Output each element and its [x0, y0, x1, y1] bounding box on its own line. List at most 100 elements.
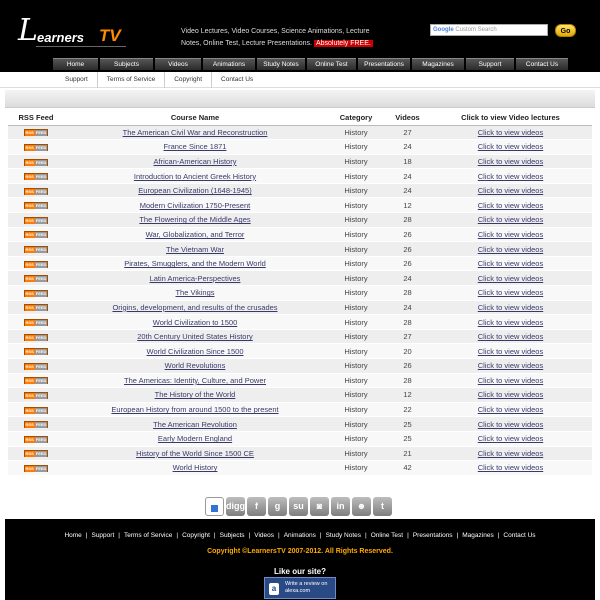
view-videos-link[interactable]: Click to view videos [478, 186, 543, 195]
view-videos-link[interactable]: Click to view videos [478, 332, 543, 341]
footer-link-contact-us[interactable]: Contact Us [503, 532, 535, 539]
course-name-link[interactable]: Latin America-Perspectives [150, 274, 241, 283]
view-videos-link[interactable]: Click to view videos [478, 128, 543, 137]
course-name-link[interactable]: The American Revolution [153, 420, 237, 429]
footer-link-presentations[interactable]: Presentations [413, 532, 453, 539]
footer-link-home[interactable]: Home [64, 532, 81, 539]
nav-online-test[interactable]: Online Test [307, 58, 356, 70]
rss-feed-icon[interactable]: RSS FEED [23, 304, 49, 312]
subnav-terms-of-service[interactable]: Terms of Service [98, 72, 166, 88]
rss-feed-icon[interactable]: RSS FEED [23, 333, 49, 341]
course-name-link[interactable]: The Vietnam War [166, 245, 224, 254]
footer-link-study-notes[interactable]: Study Notes [326, 532, 361, 539]
nav-study-notes[interactable]: Study Notes [257, 58, 305, 70]
subnav-copyright[interactable]: Copyright [165, 72, 213, 88]
view-videos-link[interactable]: Click to view videos [478, 288, 543, 297]
view-videos-link[interactable]: Click to view videos [478, 390, 543, 399]
course-name-link[interactable]: France Since 1871 [164, 142, 227, 151]
view-videos-link[interactable]: Click to view videos [478, 463, 543, 472]
rss-feed-icon[interactable]: RSS FEED [23, 421, 49, 429]
course-name-link[interactable]: World Civilization Since 1500 [147, 347, 244, 356]
rss-feed-icon[interactable]: RSS FEED [23, 348, 49, 356]
nav-home[interactable]: Home [53, 58, 98, 70]
course-name-link[interactable]: The American Civil War and Reconstructio… [123, 128, 268, 137]
search-input[interactable]: Google Custom Search [430, 24, 548, 36]
rss-feed-icon[interactable]: RSS FEED [23, 392, 49, 399]
chat-icon[interactable]: ◙ [310, 497, 329, 516]
footer-link-videos[interactable]: Videos [254, 532, 274, 539]
footer-link-support[interactable]: Support [91, 532, 114, 539]
view-videos-link[interactable]: Click to view videos [478, 361, 543, 370]
view-videos-link[interactable]: Click to view videos [478, 157, 543, 166]
view-videos-link[interactable]: Click to view videos [478, 230, 543, 239]
footer-link-subjects[interactable]: Subjects [220, 532, 245, 539]
course-name-link[interactable]: European History from around 1500 to the… [111, 405, 278, 414]
view-videos-link[interactable]: Click to view videos [478, 303, 543, 312]
alexa-review-badge[interactable]: a Write a review on alexa.com [264, 577, 336, 599]
course-name-link[interactable]: 20th Century United States History [137, 332, 252, 341]
nav-videos[interactable]: Videos [155, 58, 201, 70]
nav-contact-us[interactable]: Contact Us [516, 58, 568, 70]
course-name-link[interactable]: Early Modern England [158, 434, 232, 443]
course-name-link[interactable]: World History [173, 463, 218, 472]
course-name-link[interactable]: World Revolutions [165, 361, 226, 370]
subnav-contact-us[interactable]: Contact Us [212, 72, 262, 88]
rss-feed-icon[interactable]: RSS FEED [23, 362, 49, 370]
nav-animations[interactable]: Animations [203, 58, 255, 70]
course-name-link[interactable]: Modern Civilization 1750-Present [140, 201, 250, 210]
view-videos-link[interactable]: Click to view videos [478, 420, 543, 429]
rss-feed-icon[interactable]: RSS FEED [23, 202, 49, 210]
facebook-icon[interactable]: f [247, 497, 266, 516]
course-name-link[interactable]: The Flowering of the Middle Ages [139, 215, 250, 224]
subnav-support[interactable]: Support [56, 72, 98, 88]
course-name-link[interactable]: European Civilization (1648-1945) [138, 186, 251, 195]
rss-feed-icon[interactable]: RSS FEED [23, 129, 49, 137]
view-videos-link[interactable]: Click to view videos [478, 347, 543, 356]
nav-subjects[interactable]: Subjects [100, 58, 153, 70]
view-videos-link[interactable]: Click to view videos [478, 376, 543, 385]
course-name-link[interactable]: Origins, development, and results of the… [112, 303, 277, 312]
nav-presentations[interactable]: Presentations [358, 58, 410, 70]
footer-link-magazines[interactable]: Magazines [462, 532, 493, 539]
linkedin-icon[interactable]: in [331, 497, 350, 516]
rss-feed-icon[interactable]: RSS FEED [23, 173, 49, 181]
view-videos-link[interactable]: Click to view videos [478, 274, 543, 283]
footer-link-animations[interactable]: Animations [284, 532, 316, 539]
footer-link-online-test[interactable]: Online Test [371, 532, 403, 539]
nav-magazines[interactable]: Magazines [412, 58, 464, 70]
course-name-link[interactable]: The Americas: Identity, Culture, and Pow… [124, 376, 266, 385]
course-name-link[interactable]: The Vikings [175, 288, 214, 297]
view-videos-link[interactable]: Click to view videos [478, 245, 543, 254]
rss-feed-icon[interactable]: RSS FEED [23, 319, 49, 327]
view-videos-link[interactable]: Click to view videos [478, 142, 543, 151]
course-name-link[interactable]: The History of the World [155, 390, 236, 399]
rss-feed-icon[interactable]: RSS FEED [23, 450, 49, 458]
rss-feed-icon[interactable]: RSS FEED [23, 187, 49, 195]
footer-link-terms-of-service[interactable]: Terms of Service [124, 532, 172, 539]
delicious-icon[interactable] [205, 497, 224, 569]
view-videos-link[interactable]: Click to view videos [478, 405, 543, 414]
view-videos-link[interactable]: Click to view videos [478, 215, 543, 224]
course-name-link[interactable]: History of the World Since 1500 CE [136, 449, 254, 458]
twitter-icon[interactable]: t [373, 497, 392, 516]
rss-feed-icon[interactable]: RSS FEED [23, 289, 49, 297]
rss-feed-icon[interactable]: RSS FEED [23, 435, 49, 443]
view-videos-link[interactable]: Click to view videos [478, 259, 543, 268]
rss-feed-icon[interactable]: RSS FEED [23, 275, 49, 283]
view-videos-link[interactable]: Click to view videos [478, 434, 543, 443]
google-icon[interactable]: g [268, 497, 287, 516]
view-videos-link[interactable]: Click to view videos [478, 449, 543, 458]
nav-support[interactable]: Support [466, 58, 514, 70]
search-go-button[interactable]: Go [555, 24, 576, 37]
rss-feed-icon[interactable]: RSS FEED [23, 216, 49, 224]
view-videos-link[interactable]: Click to view videos [478, 318, 543, 327]
course-name-link[interactable]: Pirates, Smugglers, and the Modern World [124, 259, 266, 268]
site-logo[interactable]: L earners TV [18, 13, 128, 48]
rss-feed-icon[interactable]: RSS FEED [23, 260, 49, 268]
course-name-link[interactable]: War, Globalization, and Terror [146, 230, 245, 239]
rss-feed-icon[interactable]: RSS FEED [23, 377, 49, 385]
rss-feed-icon[interactable]: RSS FEED [23, 158, 49, 166]
course-name-link[interactable]: Introduction to Ancient Greek History [134, 172, 256, 181]
rss-feed-icon[interactable]: RSS FEED [23, 406, 49, 414]
digg-icon[interactable]: digg [226, 497, 245, 516]
